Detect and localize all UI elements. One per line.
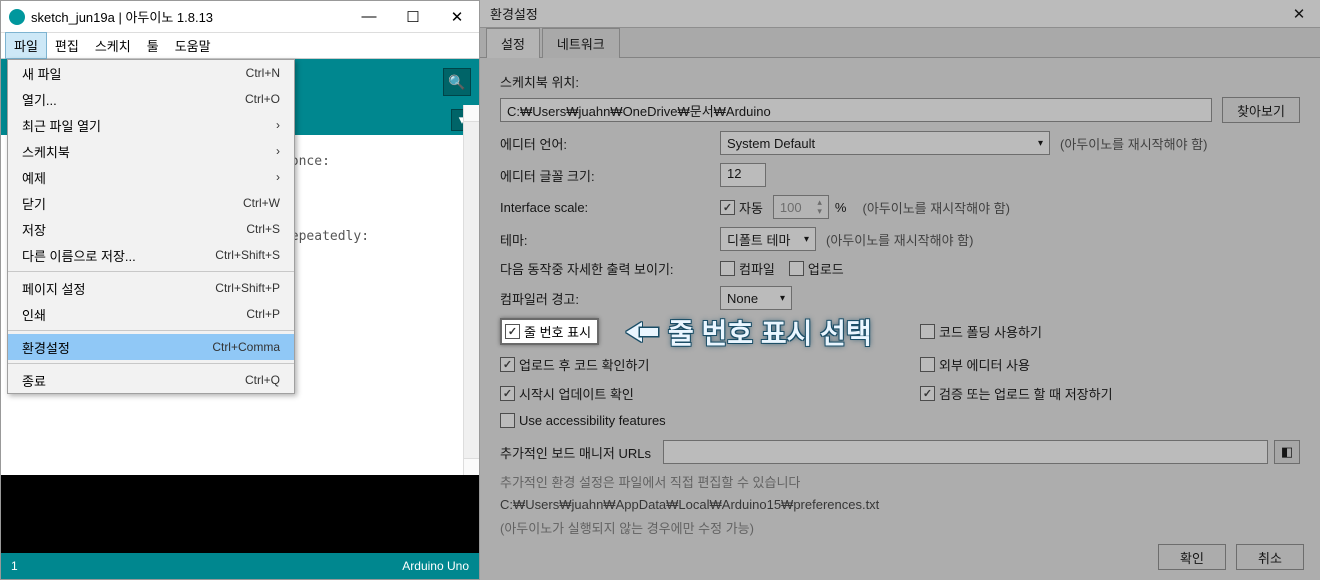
menu-item-close[interactable]: 닫기 Ctrl+W: [8, 190, 294, 216]
editor-language-select[interactable]: System Default ▾: [720, 131, 1050, 155]
menubar: 파일 편집 스케치 툴 도움말: [1, 33, 479, 59]
interface-scale-input[interactable]: 100 ▴▾: [773, 195, 829, 219]
titlebar: sketch_jun19a | 아두이노 1.8.13 — ☐ ✕: [1, 1, 479, 33]
file-menu-dropdown: 새 파일 Ctrl+N 열기... Ctrl+O 최근 파일 열기 › 스케치북…: [7, 59, 295, 394]
menu-item-open[interactable]: 열기... Ctrl+O: [8, 86, 294, 112]
browse-button[interactable]: 찾아보기: [1222, 97, 1300, 123]
chevron-down-icon: ▾: [1038, 138, 1043, 149]
window-icon: ◧: [1281, 444, 1293, 460]
theme-label: 테마:: [500, 230, 720, 249]
verify-after-upload-label: 업로드 후 코드 확인하기: [519, 355, 649, 374]
spinner-icon: ▴▾: [817, 198, 822, 216]
board-urls-edit-button[interactable]: ◧: [1274, 440, 1300, 464]
verbose-compile-checkbox[interactable]: [720, 261, 735, 276]
dialog-footer: 확인 취소: [480, 540, 1320, 580]
interface-scale-auto-checkbox[interactable]: [720, 200, 735, 215]
code-folding-label: 코드 폴딩 사용하기: [939, 322, 1042, 341]
status-board: Arduino Uno: [402, 559, 469, 573]
preferences-dialog: 환경설정 ✕ 설정 네트워크 스케치북 위치: C:₩Users₩juahn₩O…: [480, 0, 1320, 580]
line-numbers-checkbox[interactable]: [505, 324, 520, 339]
menu-tools[interactable]: 툴: [139, 33, 167, 58]
tab-network[interactable]: 네트워크: [542, 28, 620, 58]
menu-item-quit[interactable]: 종료 Ctrl+Q: [8, 367, 294, 393]
arduino-ide-window: sketch_jun19a | 아두이노 1.8.13 — ☐ ✕ 파일 편집 …: [0, 0, 480, 580]
editor-scrollbar[interactable]: [463, 105, 479, 475]
dialog-titlebar: 환경설정 ✕: [480, 0, 1320, 28]
line-numbers-label: 줄 번호 표시: [524, 322, 591, 341]
menu-item-pagesetup[interactable]: 페이지 설정 Ctrl+Shift+P: [8, 275, 294, 301]
menu-file[interactable]: 파일: [5, 32, 47, 59]
interface-scale-auto-label: 자동: [739, 198, 763, 217]
restart-hint: (아두이노를 재시작해야 함): [826, 230, 973, 249]
compiler-warnings-select[interactable]: None ▾: [720, 286, 792, 310]
external-editor-label: 외부 에디터 사용: [939, 355, 1030, 374]
minimize-button[interactable]: —: [347, 2, 391, 32]
compiler-warnings-label: 컴파일러 경고:: [500, 289, 720, 308]
menu-item-preferences[interactable]: 환경설정 Ctrl+Comma: [8, 334, 294, 360]
ok-button[interactable]: 확인: [1158, 544, 1226, 570]
menu-separator: [8, 271, 294, 272]
save-on-verify-label: 검증 또는 업로드 할 때 저장하기: [939, 384, 1113, 403]
close-button[interactable]: ✕: [435, 2, 479, 32]
maximize-button[interactable]: ☐: [391, 2, 435, 32]
check-updates-label: 시작시 업데이트 확인: [519, 384, 634, 403]
cancel-button[interactable]: 취소: [1236, 544, 1304, 570]
chevron-right-icon: ›: [276, 144, 280, 158]
chevron-right-icon: ›: [276, 118, 280, 132]
editor-language-label: 에디터 언어:: [500, 134, 720, 153]
sketchbook-path-input[interactable]: C:₩Users₩juahn₩OneDrive₩문서₩Arduino: [500, 98, 1212, 122]
chevron-down-icon: ▾: [804, 234, 809, 245]
menu-item-examples[interactable]: 예제 ›: [8, 164, 294, 190]
menu-item-print[interactable]: 인쇄 Ctrl+P: [8, 301, 294, 327]
menu-item-saveas[interactable]: 다른 이름으로 저장... Ctrl+Shift+S: [8, 242, 294, 268]
restart-hint: (아두이노를 재시작해야 함): [1060, 134, 1207, 153]
font-size-input[interactable]: 12: [720, 163, 766, 187]
verbose-upload-checkbox[interactable]: [789, 261, 804, 276]
verbose-output-label: 다음 동작중 자세한 출력 보이기:: [500, 259, 720, 278]
arduino-icon: [9, 9, 25, 25]
window-controls: — ☐ ✕: [347, 2, 479, 32]
save-on-verify-checkbox[interactable]: [920, 386, 935, 401]
dialog-title: 환경설정: [490, 4, 1278, 23]
restart-hint: (아두이노를 재시작해야 함): [862, 198, 1009, 217]
menu-item-sketchbook[interactable]: 스케치북 ›: [8, 138, 294, 164]
theme-select[interactable]: 디폴트 테마 ▾: [720, 227, 816, 251]
prefs-note-line3: (아두이노가 실행되지 않는 경우에만 수정 가능): [500, 518, 1300, 537]
code-folding-checkbox[interactable]: [920, 324, 935, 339]
menu-separator: [8, 330, 294, 331]
verify-after-upload-checkbox[interactable]: [500, 357, 515, 372]
accessibility-checkbox[interactable]: [500, 413, 515, 428]
menu-separator: [8, 363, 294, 364]
menu-item-recent[interactable]: 최근 파일 열기 ›: [8, 112, 294, 138]
dialog-tabs: 설정 네트워크: [480, 28, 1320, 58]
board-urls-input[interactable]: [663, 440, 1268, 464]
status-line-number: 1: [11, 559, 18, 573]
dialog-close-button[interactable]: ✕: [1278, 5, 1320, 23]
board-urls-label: 추가적인 보드 매니저 URLs: [500, 443, 651, 462]
serial-monitor-icon[interactable]: 🔍: [443, 68, 471, 96]
prefs-file-path: C:₩Users₩juahn₩AppData₩Local₩Arduino15₩p…: [500, 497, 1300, 512]
menu-help[interactable]: 도움말: [167, 33, 219, 58]
accessibility-label: Use accessibility features: [519, 413, 666, 428]
window-title: sketch_jun19a | 아두이노 1.8.13: [31, 7, 347, 26]
chevron-right-icon: ›: [276, 170, 280, 184]
check-updates-checkbox[interactable]: [500, 386, 515, 401]
external-editor-checkbox[interactable]: [920, 357, 935, 372]
statusbar: 1 Arduino Uno: [1, 553, 479, 579]
chevron-down-icon: ▾: [780, 293, 785, 304]
prefs-note-line1: 추가적인 환경 설정은 파일에서 직접 편집할 수 있습니다: [500, 472, 1300, 491]
dialog-body: 스케치북 위치: C:₩Users₩juahn₩OneDrive₩문서₩Ardu…: [480, 58, 1320, 540]
sketchbook-location-label: 스케치북 위치:: [500, 72, 1300, 91]
interface-scale-label: Interface scale:: [500, 200, 720, 215]
font-size-label: 에디터 글꼴 크기:: [500, 166, 720, 185]
line-numbers-highlight: 줄 번호 표시: [500, 318, 599, 345]
menu-item-new[interactable]: 새 파일 Ctrl+N: [8, 60, 294, 86]
menu-edit[interactable]: 편집: [47, 33, 87, 58]
console-panel: [1, 475, 479, 553]
tab-settings[interactable]: 설정: [486, 28, 540, 58]
menu-item-save[interactable]: 저장 Ctrl+S: [8, 216, 294, 242]
menu-sketch[interactable]: 스케치: [87, 33, 139, 58]
